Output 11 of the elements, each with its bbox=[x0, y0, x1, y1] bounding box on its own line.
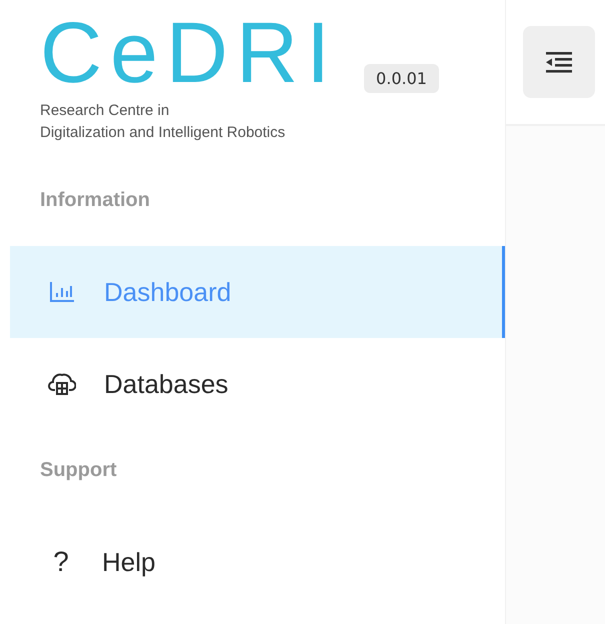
question-mark-icon: ? bbox=[48, 546, 74, 578]
section-title: Information bbox=[39, 188, 151, 212]
bar-chart-icon bbox=[48, 281, 76, 303]
cloud-database-icon bbox=[48, 372, 76, 396]
logo-subtitle: Research Centre in Digitalization and Intelligent Robotics bbox=[40, 101, 286, 143]
logo: CeDRI bbox=[40, 10, 338, 96]
section-title: Support bbox=[39, 458, 118, 482]
nav-item[interactable]: ? Help bbox=[10, 516, 505, 608]
nav-item[interactable]: Databases bbox=[10, 338, 505, 430]
version-badge: 0.0.01 bbox=[364, 64, 439, 93]
collapse-menu-button[interactable] bbox=[523, 26, 595, 98]
